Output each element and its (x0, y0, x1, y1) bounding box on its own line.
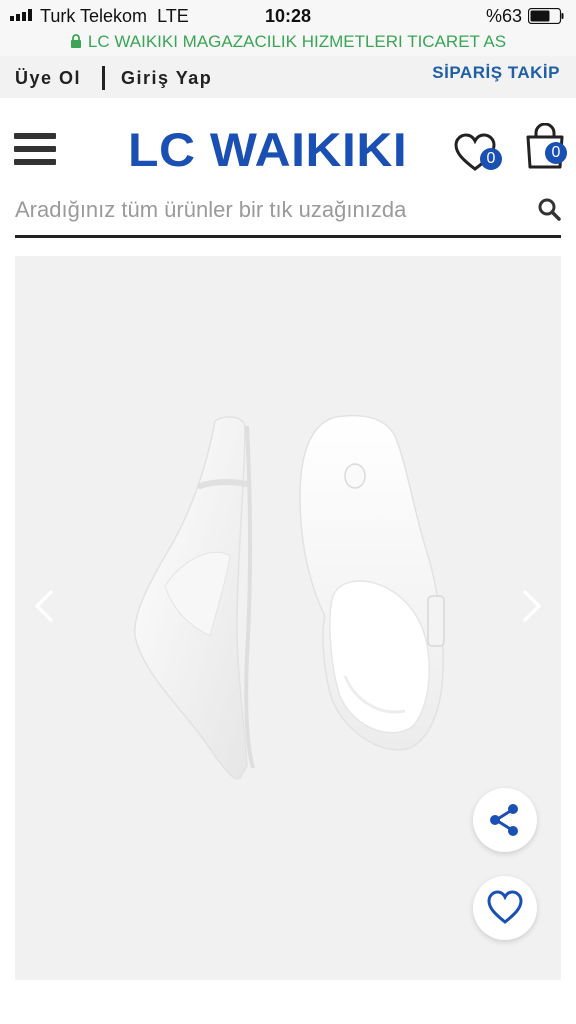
order-tracking-link[interactable]: SİPARİŞ TAKİP (432, 63, 560, 83)
add-to-favorites-button[interactable] (473, 876, 537, 940)
search-bar (15, 188, 561, 238)
product-image[interactable] (15, 256, 561, 980)
share-icon (490, 804, 518, 836)
battery-icon (528, 8, 564, 24)
product-image-gallery[interactable] (15, 256, 561, 980)
account-bar: Üye Ol Giriş Yap SİPARİŞ TAKİP (0, 56, 576, 98)
secure-site-name: LC WAIKIKI MAGAZACILIK HIZMETLERI TICARE… (87, 32, 507, 51)
cart-count-badge: 0 (545, 142, 567, 164)
register-link[interactable]: Üye Ol (15, 68, 81, 89)
search-icon[interactable] (537, 197, 561, 221)
status-bar: Turk Telekom LTE 10:28 %63 (0, 0, 576, 30)
login-link[interactable]: Giriş Yap (121, 68, 212, 89)
secure-site-bar: LC WAIKIKI MAGAZACILIK HIZMETLERI TICARE… (0, 30, 576, 56)
favorites-count-badge: 0 (480, 148, 502, 170)
share-button[interactable] (473, 788, 537, 852)
heart-icon (487, 890, 523, 924)
brand-logo[interactable]: LC WAIKIKI (128, 124, 407, 176)
next-image-arrow-icon[interactable] (519, 586, 545, 626)
previous-image-arrow-icon[interactable] (31, 586, 57, 626)
lock-icon (70, 34, 81, 48)
divider (102, 66, 105, 90)
hamburger-menu-icon[interactable] (14, 133, 56, 169)
battery-percentage: %63 (485, 6, 522, 26)
search-input[interactable] (15, 188, 515, 232)
